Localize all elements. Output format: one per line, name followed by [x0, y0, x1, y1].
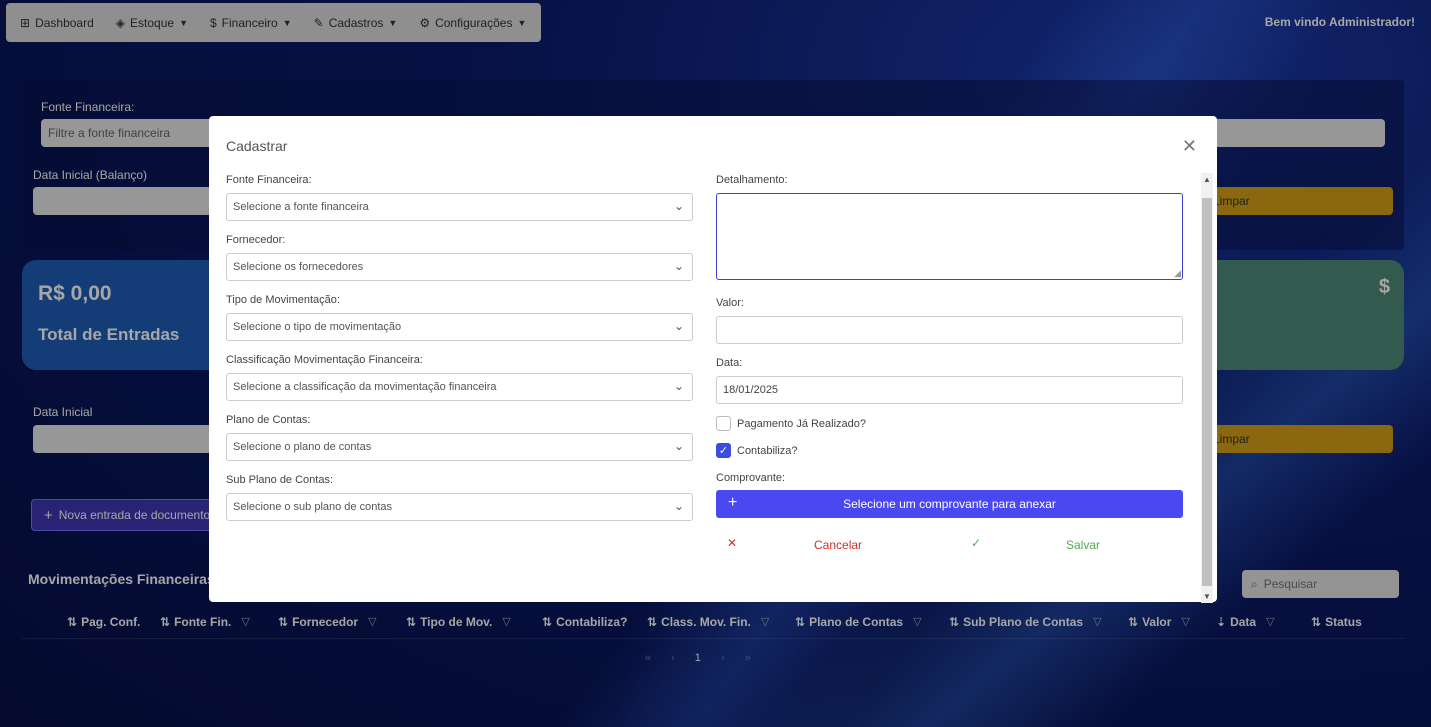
valor-input[interactable] [716, 316, 1183, 344]
comprovante-label: Comprovante: [716, 472, 786, 484]
detalhamento-label: Detalhamento: [716, 174, 788, 186]
scroll-down-icon[interactable]: ▼ [1203, 592, 1211, 601]
pagamento-label: Pagamento Já Realizado? [737, 417, 867, 430]
attach-label: Selecione um comprovante para anexar [843, 497, 1056, 511]
plano-contas-label: Plano de Contas: [226, 414, 311, 426]
chevron-down-icon: ⌄ [673, 319, 684, 333]
detalhamento-textarea[interactable]: ◢ [716, 193, 1183, 280]
select-placeholder: Selecione o sub plano de contas [233, 501, 393, 513]
plus-icon: + [728, 494, 738, 511]
modal-title: Cadastrar [226, 138, 288, 154]
contabiliza-checkbox-row[interactable]: ✓ Contabiliza? [716, 443, 798, 458]
tipo-mov-label: Tipo de Movimentação: [226, 294, 340, 306]
chevron-down-icon: ⌄ [673, 499, 684, 513]
fonte-select[interactable]: Selecione a fonte financeira ⌄ [226, 193, 693, 221]
select-placeholder: Selecione a fonte financeira [233, 201, 369, 213]
fornecedor-label: Fornecedor: [226, 234, 286, 246]
classificacao-label: Classificação Movimentação Financeira: [226, 354, 423, 366]
chevron-down-icon: ⌄ [673, 259, 684, 273]
pagamento-checkbox[interactable] [716, 416, 731, 431]
resize-grip-icon[interactable]: ◢ [1174, 268, 1181, 279]
cancel-icon[interactable]: ✕ [727, 536, 737, 550]
select-placeholder: Selecione o tipo de movimentação [233, 321, 402, 333]
fonte-label: Fonte Financeira: [226, 174, 312, 186]
select-placeholder: Selecione a classificação da movimentaçã… [233, 381, 497, 393]
data-label: Data: [716, 357, 743, 369]
scroll-up-icon[interactable]: ▲ [1203, 175, 1211, 184]
sub-plano-label: Sub Plano de Contas: [226, 474, 334, 486]
sub-plano-select[interactable]: Selecione o sub plano de contas ⌄ [226, 493, 693, 521]
plano-contas-select[interactable]: Selecione o plano de contas ⌄ [226, 433, 693, 461]
pagamento-checkbox-row[interactable]: Pagamento Já Realizado? [716, 416, 866, 431]
close-icon[interactable]: ✕ [1182, 136, 1197, 157]
chevron-down-icon: ⌄ [673, 199, 684, 213]
contabiliza-label: Contabiliza? [737, 444, 798, 457]
chevron-down-icon: ⌄ [673, 379, 684, 393]
check-icon[interactable]: ✓ [971, 536, 981, 550]
cancel-button[interactable]: Cancelar [814, 538, 862, 552]
select-placeholder: Selecione o plano de contas [233, 441, 372, 453]
valor-label: Valor: [716, 297, 744, 309]
data-input[interactable]: 18/01/2025 [716, 376, 1183, 404]
tipo-mov-select[interactable]: Selecione o tipo de movimentação ⌄ [226, 313, 693, 341]
classificacao-select[interactable]: Selecione a classificação da movimentaçã… [226, 373, 693, 401]
attach-file-button[interactable]: + Selecione um comprovante para anexar [716, 490, 1183, 518]
select-placeholder: Selecione os fornecedores [233, 261, 364, 273]
fornecedor-select[interactable]: Selecione os fornecedores ⌄ [226, 253, 693, 281]
chevron-down-icon: ⌄ [673, 439, 684, 453]
scroll-thumb[interactable] [1202, 198, 1212, 586]
modal-scrollbar[interactable]: ▲ ▼ [1201, 173, 1213, 603]
save-button[interactable]: Salvar [1066, 538, 1100, 552]
cadastrar-modal: Cadastrar ✕ Fonte Financeira: Selecione … [209, 116, 1217, 603]
contabiliza-checkbox[interactable]: ✓ [716, 443, 731, 458]
